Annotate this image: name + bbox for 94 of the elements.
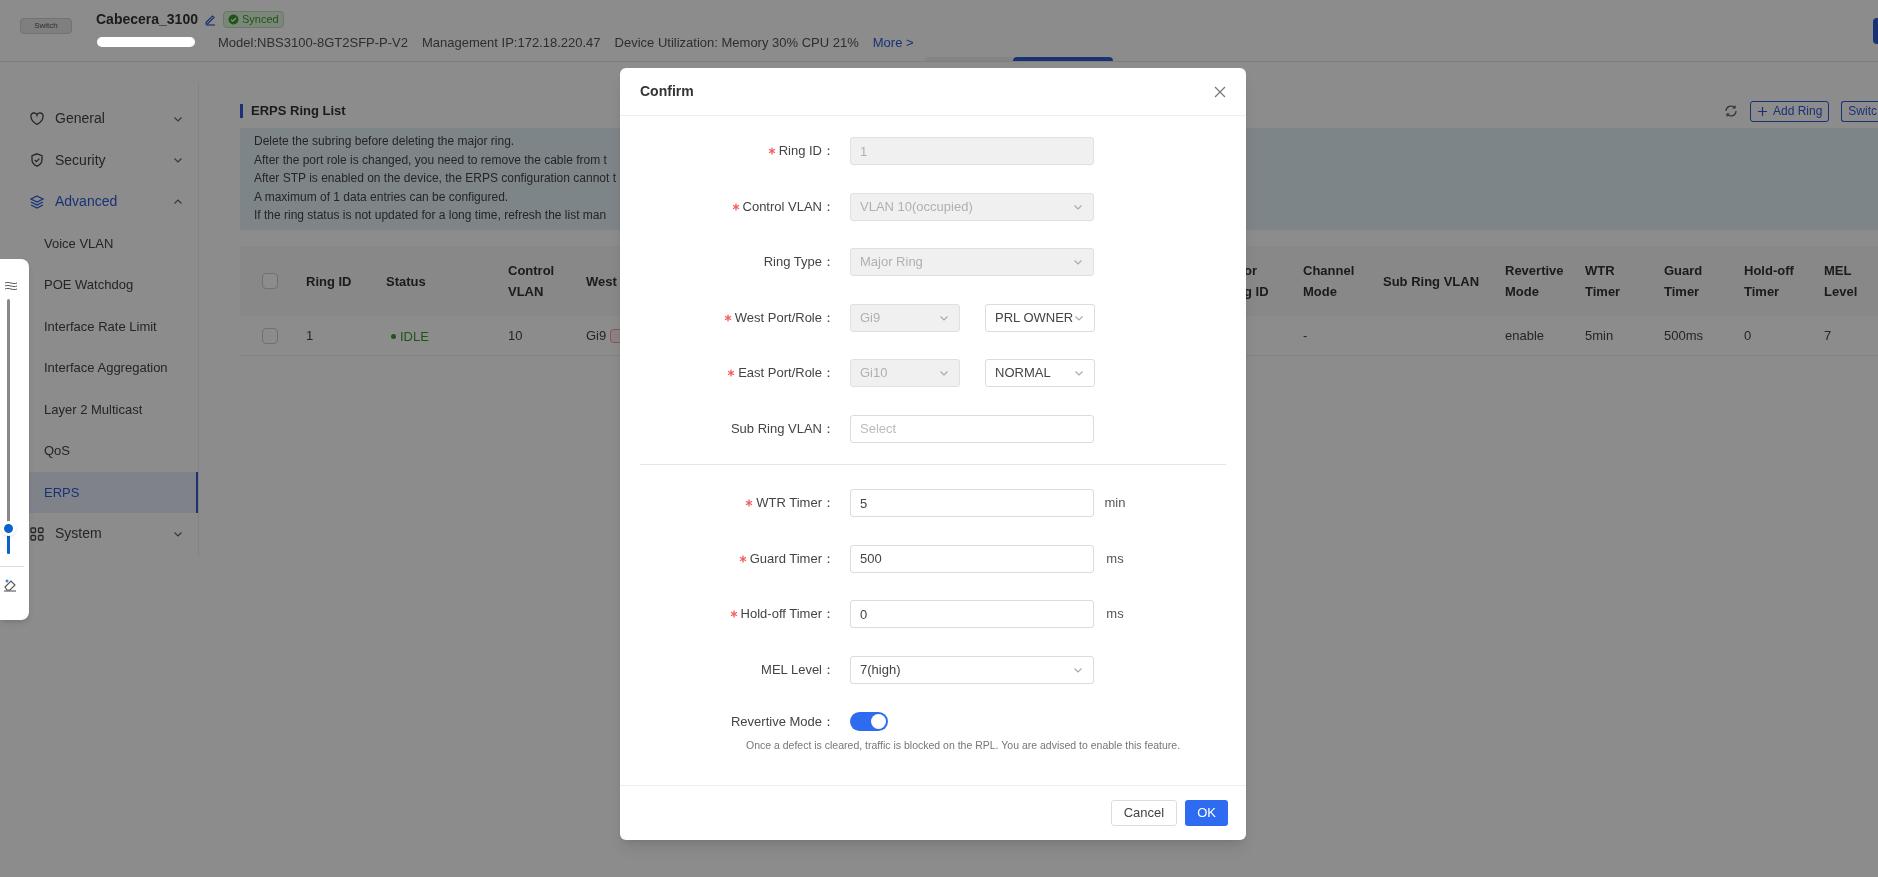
table-cell: 5min: [1585, 327, 1614, 343]
device-detail: Management IP:172.18.220.47: [422, 33, 601, 52]
nav-item[interactable]: Interface Aggregation: [29, 347, 198, 389]
add-ring-button[interactable]: Add Ring: [1749, 100, 1830, 122]
switch-device-image: Switch: [20, 17, 72, 34]
heart-icon: [29, 110, 45, 127]
table-cell-text: Gi9: [586, 326, 607, 345]
notice-text: After STP is enabled on the device, the ERPS configuration cannot t: [254, 170, 616, 187]
input-field[interactable]: Select: [850, 414, 1094, 443]
section-title: ERPS Ring List: [240, 104, 346, 118]
synced-badge: Synced: [223, 10, 284, 28]
close-icon[interactable]: [1214, 85, 1226, 98]
column-header[interactable]: Hold-off Timer: [1744, 260, 1794, 302]
toggle-switch[interactable]: [850, 712, 888, 732]
dialog-title: Confirm: [640, 82, 694, 101]
status-text: IDLE: [386, 326, 429, 347]
slider-thumb[interactable]: [1, 520, 16, 536]
input-field[interactable]: 5: [850, 489, 1094, 517]
unit-label: ms: [1105, 605, 1125, 623]
table-cell: 0: [1744, 327, 1752, 343]
notice-text: A maximum of 1 data entries can be configured.: [254, 188, 509, 206]
required-icon: [727, 369, 736, 377]
ok-button[interactable]: OK: [1185, 799, 1228, 826]
check-icon: [228, 13, 239, 25]
edit-icon[interactable]: [204, 12, 217, 26]
required-icon: [738, 554, 747, 563]
unit-label: min: [1103, 494, 1127, 512]
required-icon: [723, 313, 732, 322]
nav-group[interactable]: Advanced: [29, 181, 198, 223]
nav-item[interactable]: Interface Rate Limit: [29, 305, 198, 347]
field-label: East Port/Role：: [738, 364, 835, 383]
field-label: Hold-off Timer：: [740, 605, 835, 624]
field-label: West Port/Role：: [734, 308, 835, 327]
hint-text: Once a defect is cleared, traffic is blocked on the RPL. You are advised to enable this feature.: [745, 737, 1182, 753]
table-cell: 10: [508, 327, 523, 343]
column-header[interactable]: MEL Level: [1824, 260, 1858, 302]
table-cell: 7: [1824, 327, 1832, 343]
field-label: Control VLAN：: [742, 197, 835, 216]
nav-item[interactable]: POE Watchdog: [29, 264, 198, 306]
table-cell: 1: [306, 327, 314, 343]
table-cell: enable: [1505, 327, 1545, 343]
input-field[interactable]: 500: [850, 544, 1094, 573]
field-label: Ring Type：: [763, 253, 835, 272]
table-cell: -: [1303, 327, 1308, 343]
field-label: Guard Timer：: [749, 549, 835, 568]
column-header[interactable]: Status: [386, 270, 426, 292]
required-icon: [729, 610, 738, 618]
field-label: Sub Ring VLAN：: [730, 419, 835, 438]
column-header[interactable]: Sub Ring VLAN: [1383, 270, 1480, 292]
grid-icon: [29, 525, 45, 542]
device-detail: Device Utilization: Memory 30% CPU 21%: [614, 33, 859, 52]
nav-group[interactable]: General: [29, 98, 198, 140]
column-header[interactable]: Guard Timer: [1664, 260, 1703, 302]
refresh-icon[interactable]: [1723, 104, 1738, 118]
nav-item[interactable]: Voice VLAN: [29, 222, 198, 264]
column-header[interactable]: Ring ID: [306, 270, 352, 292]
notice-text: If the ring status is not updated for a long time, refresh the list man: [254, 207, 607, 224]
nav-item[interactable]: ERPS: [29, 471, 198, 513]
notice-text: After the port role is changed, you need to remove the cable from t: [254, 151, 607, 169]
column-header[interactable]: WTR Timer: [1585, 260, 1621, 302]
column-header[interactable]: Revertive Mode: [1505, 260, 1564, 302]
nav-group[interactable]: Security: [29, 139, 198, 181]
device-name: Cabecera_3100: [96, 9, 198, 29]
required-icon: [767, 147, 776, 155]
unit-label: ms: [1105, 549, 1125, 568]
waves-icon: [3, 281, 18, 291]
checkbox[interactable]: [262, 327, 278, 344]
field-label: MEL Level：: [761, 660, 835, 679]
layers-icon: [29, 193, 45, 210]
switch-button[interactable]: Switc: [1841, 100, 1878, 122]
plus-icon: [1756, 105, 1768, 117]
dropdown[interactable]: NORMAL: [985, 359, 1095, 387]
notice-text: Delete the subring before deleting the major ring.: [254, 133, 515, 150]
device-detail: Model:NBS3100-8GT2SFP-P-V2: [218, 33, 409, 52]
column-header[interactable]: Channel Mode: [1303, 260, 1355, 302]
column-header[interactable]: Control VLAN: [508, 260, 555, 302]
more-link[interactable]: More >: [872, 32, 914, 53]
required-icon: [745, 499, 754, 507]
nav-item[interactable]: QoS: [29, 430, 198, 472]
nav-item[interactable]: Layer 2 Multicast: [29, 388, 198, 430]
checkbox[interactable]: [262, 273, 278, 289]
eraser-icon[interactable]: [1, 577, 18, 593]
field-label: Ring ID：: [778, 142, 835, 161]
field-label: WTR Timer：: [756, 494, 835, 513]
dropdown[interactable]: 7(high): [850, 655, 1094, 684]
column-header[interactable]: West: [586, 270, 617, 292]
dropdown[interactable]: PRL OWNER: [985, 303, 1095, 332]
table-cell: 500ms: [1664, 327, 1704, 343]
input-field[interactable]: 0: [850, 600, 1094, 628]
nav-group[interactable]: System: [29, 513, 198, 555]
required-icon: [731, 202, 740, 211]
field-label: Revertive Mode：: [729, 713, 835, 731]
shield-icon: [29, 152, 45, 169]
cancel-button[interactable]: Cancel: [1110, 799, 1178, 826]
